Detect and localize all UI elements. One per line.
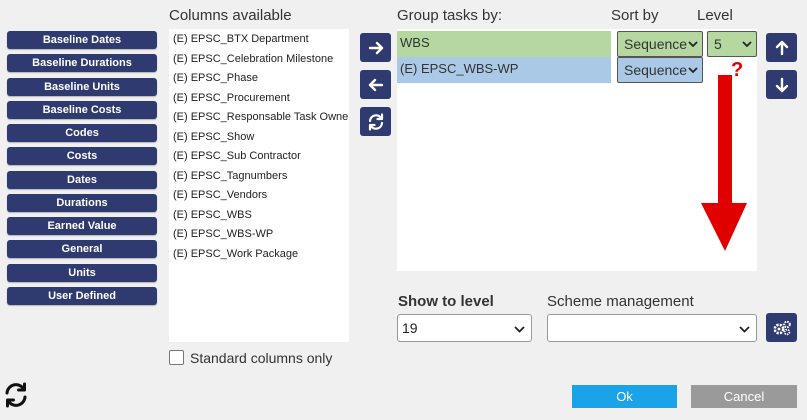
columns-available-header: Columns available [169,7,292,24]
category-earned-value[interactable]: Earned Value [7,217,157,235]
group-row-wbs[interactable]: WBS [397,31,611,57]
group-tasks-header: Group tasks by: [397,7,503,24]
list-item[interactable]: (E) EPSC_WBS [169,206,349,226]
category-durations[interactable]: Durations [7,194,157,212]
sort-select-wbs-wp[interactable]: Sequence [617,57,703,83]
scheme-select[interactable] [547,314,757,342]
category-user-defined[interactable]: User Defined [7,287,157,305]
scheme-settings-button[interactable] [766,313,797,342]
group-panel: WBS Sequence 5 (E) EPSC_WBS-WP Sequence … [397,29,757,271]
sort-by-header: Sort by [611,7,659,24]
list-item[interactable]: (E) EPSC_Vendors [169,186,349,206]
list-item[interactable]: (E) EPSC_Responsable Task Owner [169,108,349,128]
chevron-down-icon [739,326,750,333]
list-item[interactable]: (E) EPSC_Sub Contractor [169,147,349,167]
group-row-label: (E) EPSC_WBS-WP [400,61,519,76]
move-up-button[interactable] [766,33,797,62]
sort-select-wbs[interactable]: Sequence [617,31,703,57]
cancel-button[interactable]: Cancel [691,385,797,408]
group-row-label: WBS [400,35,430,50]
refresh-button[interactable] [360,107,391,136]
level-header: Level [697,7,733,24]
move-down-button[interactable] [766,70,797,99]
level-select[interactable]: 5 [707,31,757,57]
reset-icon[interactable] [3,382,29,408]
show-level-value: 19 [402,320,418,336]
category-codes[interactable]: Codes [7,124,157,142]
standard-columns-label: Standard columns only [190,350,333,366]
list-item[interactable]: (E) EPSC_Celebration Milestone [169,50,349,70]
sort-select-value: Sequence [624,62,688,78]
remove-column-button[interactable] [360,70,391,99]
list-item[interactable]: (E) EPSC_Show [169,128,349,148]
category-baseline-dates[interactable]: Baseline Dates [7,31,157,49]
arrow-down-annotation-icon [701,75,747,251]
chevron-down-icon [688,41,698,48]
columns-available-list[interactable]: (E) EPSC_BTX Department (E) EPSC_Celebra… [169,29,349,342]
category-dates[interactable]: Dates [7,171,157,189]
sync-icon [368,112,383,131]
category-general[interactable]: General [7,240,157,258]
list-item[interactable]: (E) EPSC_WBS-WP [169,225,349,245]
arrow-down-icon [775,77,788,92]
category-costs[interactable]: Costs [7,147,157,165]
list-item[interactable]: (E) EPSC_Phase [169,69,349,89]
scheme-management-label: Scheme management [547,293,694,310]
show-level-label: Show to level [398,293,494,310]
sort-select-value: Sequence [624,36,688,52]
list-item[interactable]: (E) EPSC_BTX Department [169,30,349,50]
arrow-up-icon [775,40,788,55]
ok-button[interactable]: Ok [572,385,677,408]
chevron-down-icon [742,41,752,48]
category-baseline-durations[interactable]: Baseline Durations [7,54,157,72]
list-item[interactable]: (E) EPSC_Procurement [169,89,349,109]
list-item[interactable]: (E) EPSC_Tagnumbers [169,167,349,187]
arrow-left-icon [368,78,383,91]
add-column-button[interactable] [360,33,391,62]
show-level-select[interactable]: 19 [397,314,532,342]
arrow-right-icon [368,41,383,54]
level-select-value: 5 [714,36,722,52]
chevron-down-icon [514,326,525,333]
group-row-wbs-wp[interactable]: (E) EPSC_WBS-WP [397,57,611,83]
category-baseline-units[interactable]: Baseline Units [7,78,157,96]
list-item[interactable]: (E) EPSC_Work Package [169,245,349,265]
standard-columns-checkbox[interactable] [169,350,184,365]
category-units[interactable]: Units [7,264,157,282]
gears-icon [773,320,791,335]
category-baseline-costs[interactable]: Baseline Costs [7,101,157,119]
